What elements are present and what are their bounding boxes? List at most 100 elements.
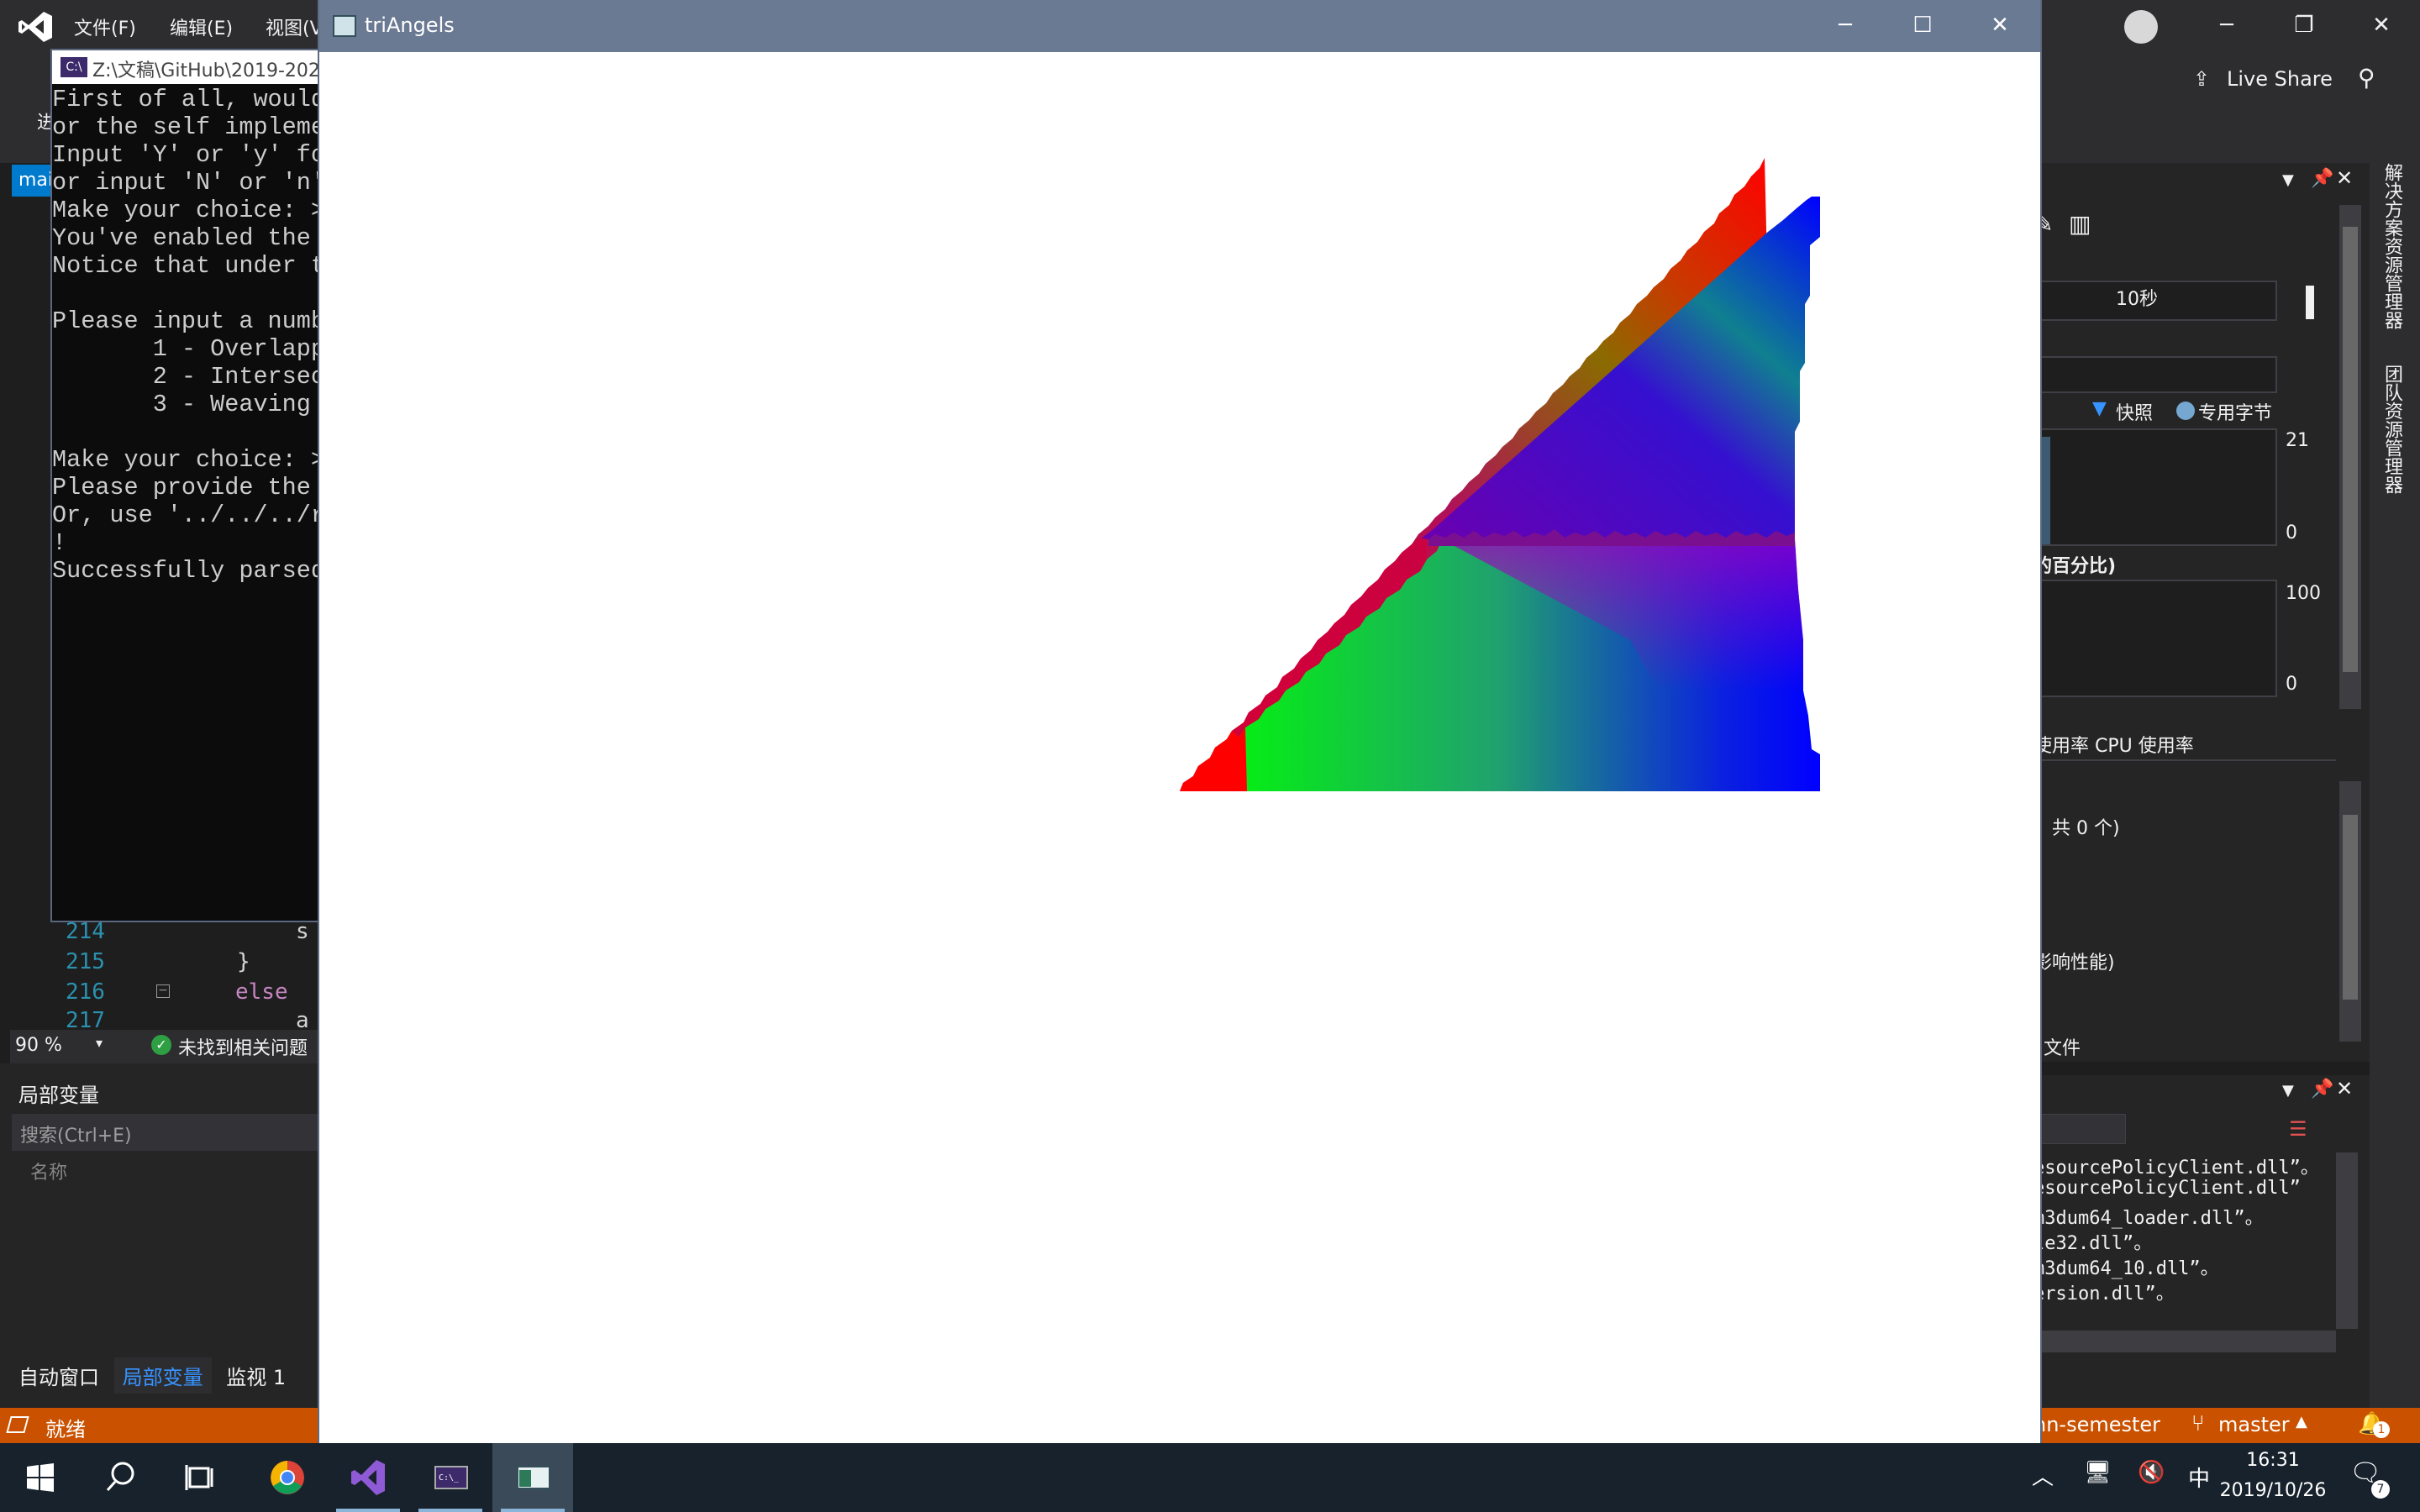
timeline-marker[interactable] [2306,286,2314,319]
start-icon[interactable] [0,1443,81,1512]
output-close-icon[interactable]: ✕ [2336,1077,2353,1100]
tab-autos[interactable]: 自动窗口 [10,1357,108,1394]
collapse-icon[interactable]: − [156,984,170,998]
tab-watch-1[interactable]: 监视 1 [218,1357,294,1394]
console-icon[interactable]: C:\_ [410,1443,491,1512]
legend-snapshot: 快照 [2116,403,2154,424]
account-avatar[interactable] [2124,10,2158,44]
locals-tab-strip: 自动窗口 局部变量 监视 1 [10,1357,294,1394]
console-title[interactable]: Z:\文稿\GitHub\2019-202 [52,50,328,84]
taskbar-running-indicator [336,1509,400,1512]
cpu-max: 100 [2286,583,2321,604]
line-number: 214 [66,919,105,944]
network-icon[interactable]: 🖥 [2084,1460,2112,1485]
memory-graph[interactable] [2033,428,2277,546]
console-line: Input 'Y' or 'y' for [52,141,319,169]
issues-label[interactable]: 未找到相关问题 [178,1033,308,1060]
console-line: Make your choice: >> [52,446,319,474]
zoom-dropdown-icon[interactable]: ▾ [96,1035,103,1051]
events-scroll-thumb[interactable] [2343,815,2358,1000]
branch-up-icon[interactable]: ▲ [2296,1413,2307,1431]
status-branch[interactable]: master [2218,1413,2290,1436]
svg-text:C:\_: C:\_ [439,1473,460,1483]
console-output: First of all, would or the self implemen… [52,86,319,917]
cpu-min: 0 [2286,674,2297,695]
tab-locals[interactable]: 局部变量 [113,1357,212,1394]
legend-private: 专用字节 [2198,403,2273,424]
menu-view[interactable]: 视图(V [266,13,323,40]
console-line: 3 - Weaving [52,391,319,418]
chart-icon[interactable]: ▥ [2069,210,2091,238]
console-lines: First of all, would or the self implemen… [52,86,319,585]
clock-date[interactable]: 2019/10/26 [2218,1480,2328,1501]
feedback-icon[interactable]: ⚲ [2358,64,2375,92]
triangels-titlebar[interactable] [319,0,2040,52]
pin-icon[interactable]: 📌 [2311,168,2333,189]
output-source-select[interactable] [2033,1114,2126,1144]
diagnostics-search-input[interactable] [2033,356,2277,393]
clock-time[interactable]: 16:31 [2218,1450,2328,1471]
console-line: or the self implemen [52,113,319,141]
status-ready: 就绪 [45,1418,86,1441]
taskbar-running-indicator [418,1509,482,1512]
blue-triangle [1420,197,1820,539]
menu-file[interactable]: 文件(F) [74,13,136,40]
usage-tabs[interactable]: 使用率 CPU 使用率 [2033,731,2194,758]
check-circle-icon: ✓ [151,1035,171,1055]
maximize-icon[interactable]: ☐ [1884,0,1961,52]
console-line: Successfully parsed [52,557,319,585]
panel-dropdown-icon[interactable]: ▼ [2282,171,2294,189]
search-icon[interactable] [81,1443,161,1512]
file-label[interactable]: 文件 [2044,1033,2081,1060]
output-dropdown-icon[interactable]: ▼ [2282,1082,2294,1100]
live-share-button[interactable]: Live Share [2227,67,2333,91]
volume-muted-icon[interactable]: 🔇 [2138,1460,2165,1485]
visual-studio-icon[interactable] [328,1443,408,1512]
output-line: m3dum64_loader.dll”。 [2033,1208,2264,1229]
console-line: Please input a numbe [52,307,319,335]
ime-indicator[interactable]: 中 [2188,1462,2210,1493]
clear-all-icon[interactable]: ☰ [2289,1117,2319,1142]
side-tab-solution-explorer[interactable]: 解决方案资源管理器 [2378,163,2405,329]
output-line: ersion.dll”。 [2033,1284,2175,1305]
vs-restore-icon[interactable]: ❐ [2265,0,2343,52]
output-hscrollbar[interactable] [2033,1331,2336,1352]
chrome-icon[interactable] [247,1443,328,1512]
line-number: 217 [66,1008,105,1030]
console-line: First of all, would [52,86,319,113]
output-pin-icon[interactable]: 📌 [2311,1079,2333,1100]
code-text: else [235,979,288,1005]
memory-max: 21 [2286,430,2309,451]
locals-title: 局部变量 [18,1084,99,1107]
minimize-icon[interactable]: ─ [1807,0,1884,52]
side-tab-team-explorer[interactable]: 团队资源管理器 [2378,365,2405,494]
close-icon[interactable]: ✕ [1961,0,2039,52]
console-line: Notice that under th [52,252,319,280]
output-line: le32.dll”。 [2033,1233,2153,1254]
locals-column-name[interactable]: 名称 [30,1158,67,1184]
output-scrollbar[interactable] [2336,1152,2358,1329]
task-view-icon[interactable] [161,1443,242,1512]
tray-chevron-icon[interactable]: ︿ [2032,1460,2054,1491]
line-number: 215 [66,949,105,974]
status-repo[interactable]: nn-semester [2033,1413,2160,1436]
vs-minimize-icon[interactable]: ─ [2188,0,2265,52]
menu-edit[interactable]: 编辑(E) [170,13,233,40]
console-line: Please provide the . [52,474,319,501]
share-icon: ⇪ [2193,67,2211,91]
console-app-icon: C:\ [60,57,87,77]
side-tool-strip [2370,163,2420,1408]
panel-close-icon[interactable]: ✕ [2336,166,2353,190]
locals-search-input[interactable]: 搜索(Ctrl+E) [12,1114,319,1151]
zoom-level[interactable]: 90 % [15,1035,62,1056]
vs-close-icon[interactable]: ✕ [2343,0,2420,52]
cpu-graph[interactable] [2033,580,2277,697]
console-line: or input 'N' or 'n' [52,169,319,197]
diagnostics-scroll-thumb[interactable] [2343,227,2358,672]
triangels-taskbar-icon[interactable] [492,1443,573,1512]
console-line: Make your choice: >> [52,197,319,224]
action-center-badge: 7 [2371,1480,2390,1499]
render-canvas[interactable] [319,52,2040,1443]
